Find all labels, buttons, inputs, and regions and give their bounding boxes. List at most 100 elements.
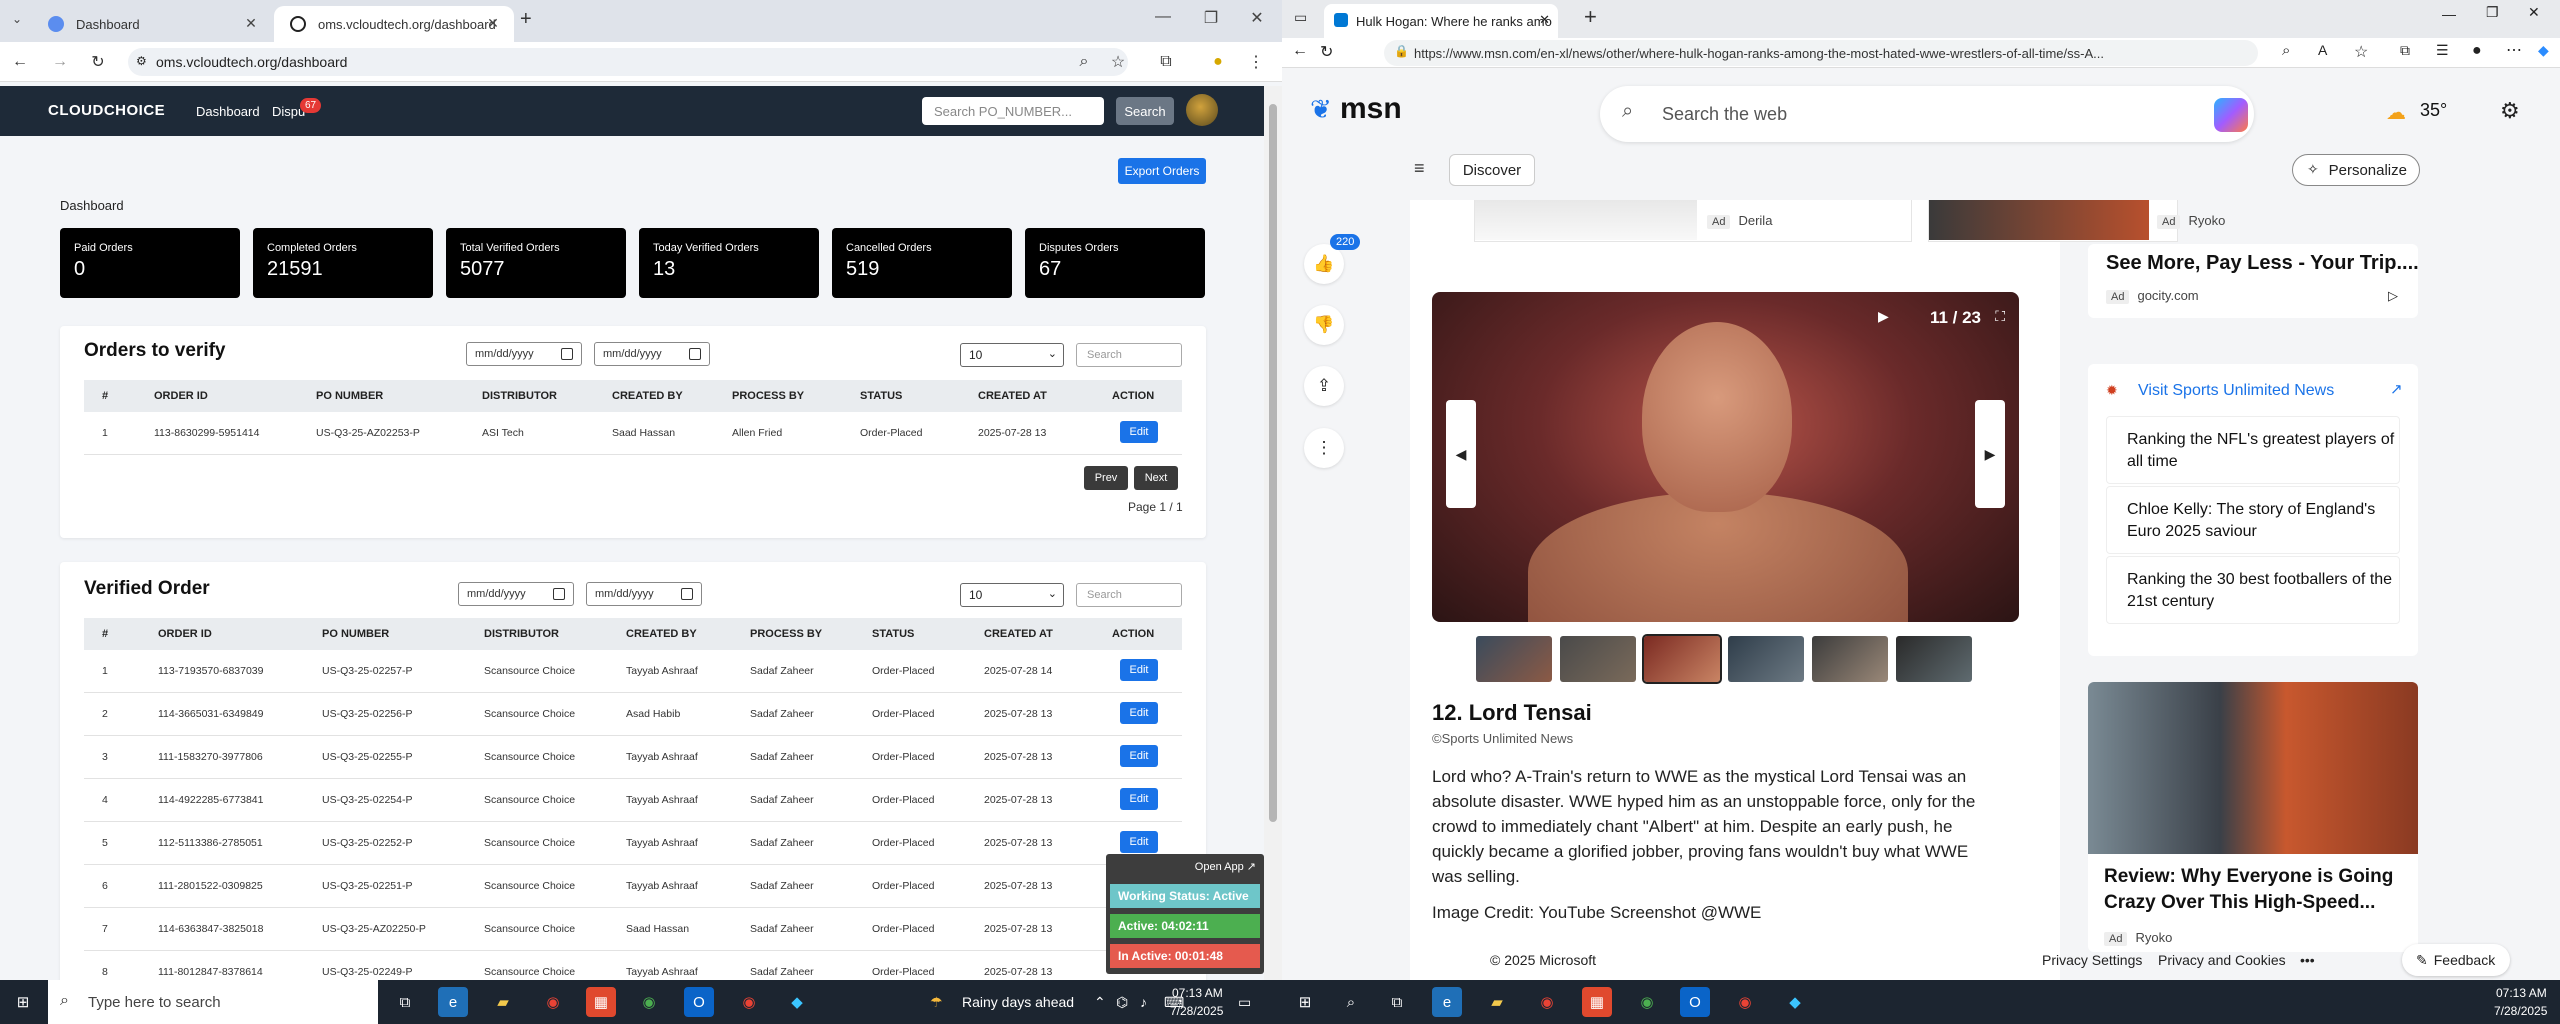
rail-link[interactable]: Chloe Kelly: The story of England's Euro… [2106,486,2400,554]
extensions-icon[interactable]: ⧉ [2400,42,2410,59]
windows-start-icon[interactable]: ⊞ [1290,987,1320,1017]
collections-icon[interactable]: ☰ [2436,42,2449,59]
edge-icon[interactable]: e [438,987,468,1017]
chrome-icon[interactable]: ◉ [734,987,764,1017]
back-icon[interactable]: ← [8,50,32,74]
taskbar-app-icon[interactable]: ▦ [586,987,616,1017]
open-app-link[interactable]: Open App ↗ [1195,860,1256,873]
chrome-icon[interactable]: ◉ [538,987,568,1017]
privacy-cookies-link[interactable]: Privacy and Cookies [2158,952,2286,968]
date-to-input[interactable]: mm/dd/yyyy [594,342,710,366]
task-view-icon[interactable]: ⧉ [1382,987,1412,1017]
taskbar-search-input[interactable]: ⌕ Type here to search [48,980,378,1024]
profile-icon[interactable]: ● [1206,50,1230,74]
fullscreen-icon[interactable]: ⛶ [1995,308,2005,325]
taskbar-weather[interactable]: Rainy days ahead [962,994,1074,1010]
settings-gear-icon[interactable]: ⚙ [2500,98,2520,124]
close-icon[interactable]: ✕ [242,14,260,32]
clock-time[interactable]: 07:13 AM [1172,986,1223,1000]
play-icon[interactable]: ▶ [1878,308,1889,325]
extensions-icon[interactable]: ⧉ [1154,50,1178,74]
taskbar-app-icon[interactable]: ◆ [1780,987,1810,1017]
read-aloud-icon[interactable]: A [2318,42,2327,58]
notifications-icon[interactable]: ▭ [1238,994,1251,1011]
tab-dashboard[interactable]: Dashboard ✕ [32,6,272,42]
more-options-button[interactable]: ⋮ [1304,428,1344,468]
zoom-icon[interactable]: ⌕ [1072,50,1096,74]
msn-logo[interactable]: msn [1340,92,1402,126]
url-input[interactable]: ⚙ oms.vcloudtech.org/dashboard [128,48,1128,76]
outlook-icon[interactable]: O [684,987,714,1017]
rail-ad-ryoko[interactable]: Review: Why Everyone is Going Crazy Over… [2088,682,2418,952]
outlook-icon[interactable]: O [1680,987,1710,1017]
task-view-icon[interactable]: ⧉ [390,987,420,1017]
forward-icon[interactable]: → [48,50,72,74]
visit-publisher-link[interactable]: Visit Sports Unlimited News [2138,382,2334,400]
site-info-icon[interactable]: ⚙ [136,54,147,68]
slide-thumbnail[interactable] [1728,636,1804,682]
maximize-icon[interactable]: ❐ [2486,4,2499,21]
edit-button[interactable]: Edit [1120,659,1158,681]
prev-slide-button[interactable]: ◀ [1446,400,1476,508]
po-search-input[interactable]: Search PO_NUMBER... [922,97,1104,125]
page-scrollbar[interactable] [1264,86,1282,980]
article-source[interactable]: ©Sports Unlimited News [1432,731,1573,746]
reload-icon[interactable]: ↻ [1320,42,1333,62]
page-size-select[interactable]: 10 ⌄ [960,583,1064,607]
volume-icon[interactable]: ♪ [1140,994,1147,1010]
chrome-icon[interactable]: ◉ [634,987,664,1017]
edge-icon[interactable]: e [1432,987,1462,1017]
prev-button[interactable]: Prev [1084,466,1128,490]
nav-dashboard[interactable]: Dashboard [196,104,260,119]
temperature[interactable]: 35° [2420,100,2447,121]
personalize-button[interactable]: ✧ Personalize [2292,154,2420,186]
minimize-icon[interactable]: — [1148,8,1178,26]
tab-actions-icon[interactable]: ▭ [1294,9,1307,26]
network-icon[interactable]: ⌬ [1116,994,1128,1011]
date-from-input[interactable]: mm/dd/yyyy [458,582,574,606]
next-slide-button[interactable]: ▶ [1975,400,2005,508]
chrome-icon[interactable]: ◉ [1730,987,1760,1017]
rail-link[interactable]: Ranking the NFL's greatest players of al… [2106,416,2400,484]
clock-date[interactable]: 7/28/2025 [1170,1004,1223,1018]
table-search-input[interactable]: Search [1076,583,1182,607]
edit-button[interactable]: Edit [1120,745,1158,767]
search-button[interactable]: Search [1116,97,1174,125]
page-size-select[interactable]: 10 ⌄ [960,343,1064,367]
date-to-input[interactable]: mm/dd/yyyy [586,582,702,606]
chrome-icon[interactable]: ◉ [1532,987,1562,1017]
slide-thumbnail[interactable] [1560,636,1636,682]
zoom-icon[interactable]: ⌕ [2282,42,2290,59]
ad-choices-icon[interactable]: ▷ [2388,288,2398,304]
next-button[interactable]: Next [1134,466,1178,490]
feedback-button[interactable]: ✎ Feedback [2402,944,2510,976]
privacy-settings-link[interactable]: Privacy Settings [2042,952,2142,968]
url-input[interactable]: 🔒 https://www.msn.com/en-xl/news/other/w… [1384,40,2258,66]
copilot-icon[interactable] [2214,98,2248,132]
edit-button[interactable]: Edit [1120,421,1158,443]
tray-chevron-icon[interactable]: ⌃ [1094,994,1106,1011]
tab-oms-dashboard[interactable]: oms.vcloudtech.org/dashboard ✕ [274,6,514,42]
edit-button[interactable]: Edit [1120,702,1158,724]
discover-button[interactable]: Discover [1449,154,1535,186]
hamburger-menu-icon[interactable]: ≡ [1414,158,1425,179]
close-icon[interactable]: ✕ [484,14,502,32]
tab-list-icon[interactable]: ⌄ [12,12,22,26]
edit-button[interactable]: Edit [1120,831,1158,853]
profile-icon[interactable]: ● [2472,42,2482,60]
windows-start-icon[interactable]: ⊞ [8,987,38,1017]
tab-msn-article[interactable]: Hulk Hogan: Where he ranks amo ✕ [1324,4,1558,38]
close-window-icon[interactable]: ✕ [1242,8,1272,28]
taskbar-app-icon[interactable]: ▦ [1582,987,1612,1017]
share-button[interactable]: ⇪ [1304,366,1344,406]
new-tab-button[interactable]: + [1584,4,1597,30]
slide-thumbnail[interactable] [1812,636,1888,682]
table-search-input[interactable]: Search [1076,343,1182,367]
top-ad-ryoko[interactable]: Ad Ryoko [1928,200,2225,242]
menu-more-icon[interactable]: ⋯ [2506,40,2522,60]
new-tab-button[interactable]: + [520,8,532,31]
slide-thumbnail[interactable] [1896,636,1972,682]
export-orders-button[interactable]: Export Orders [1118,158,1206,184]
more-footer-icon[interactable]: ••• [2300,952,2315,968]
bookmark-star-icon[interactable]: ☆ [1106,50,1130,74]
